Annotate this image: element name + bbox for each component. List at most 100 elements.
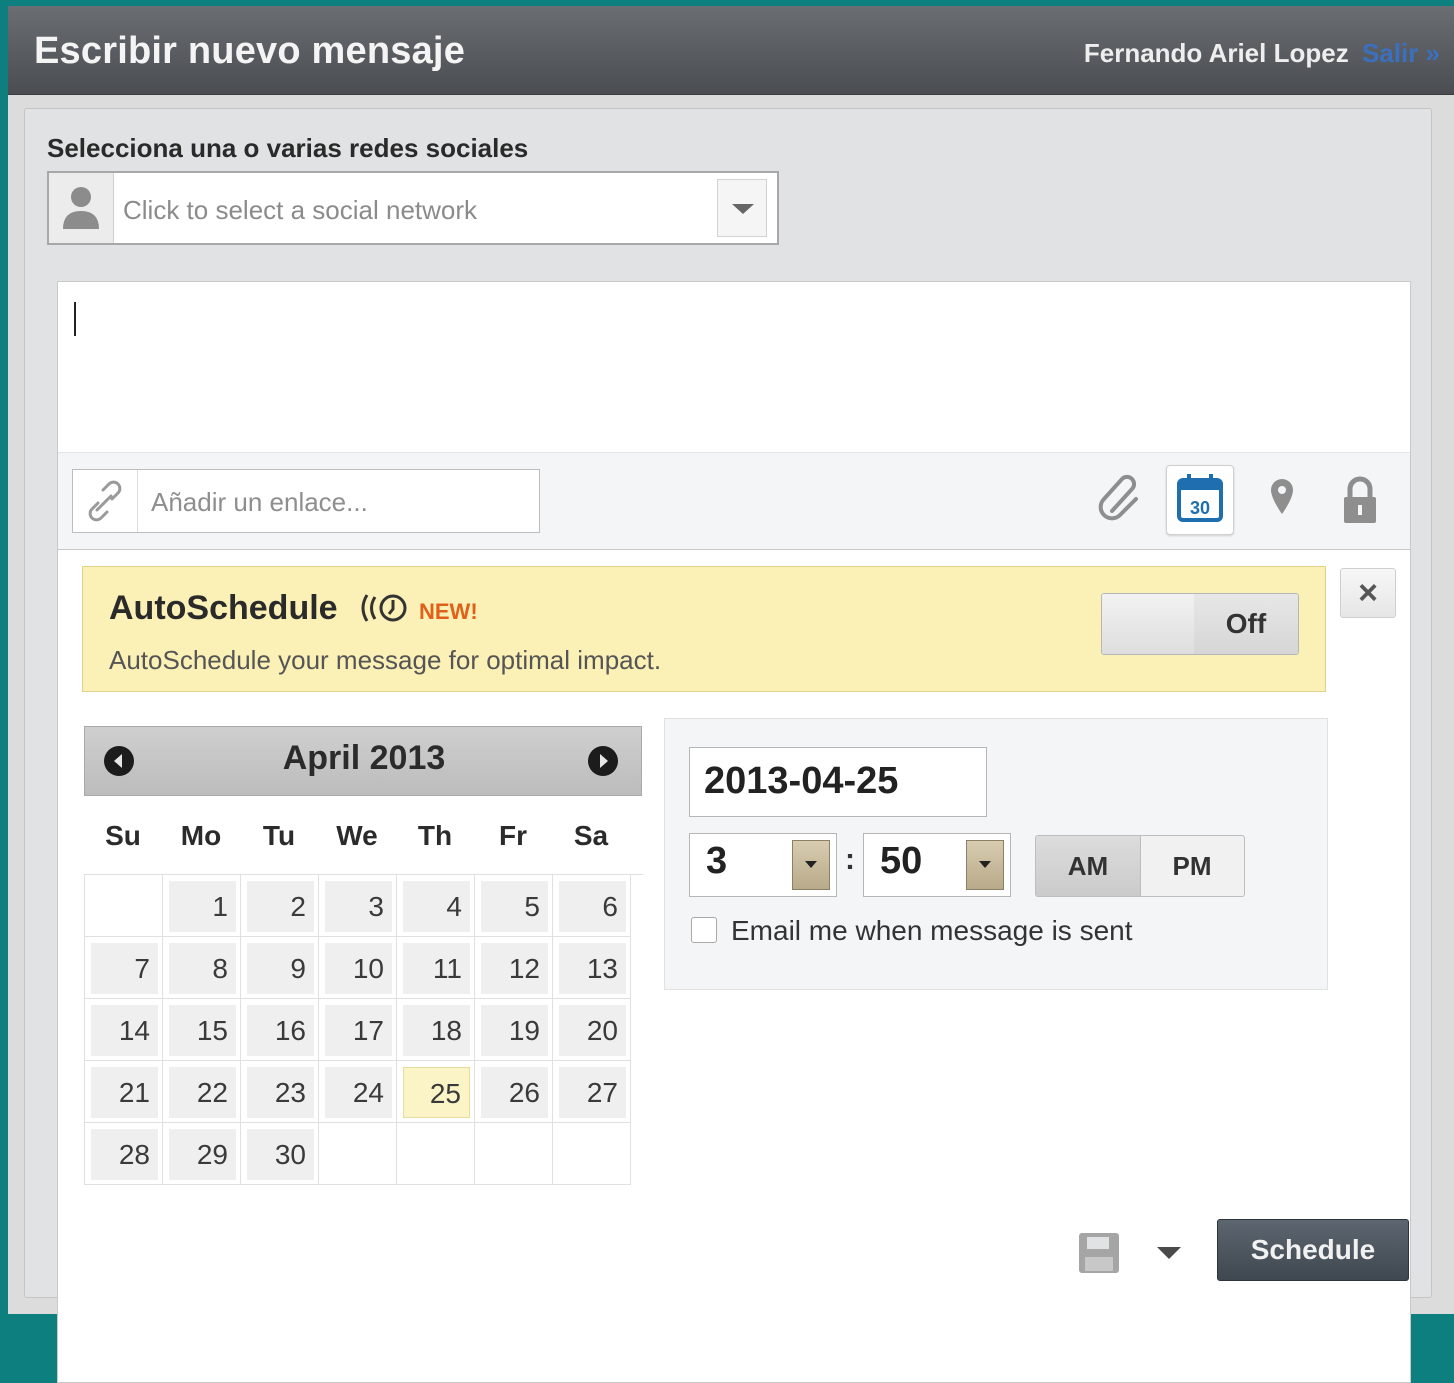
toggle-label: Off <box>1194 594 1298 654</box>
calendar-day-number: 12 <box>481 943 548 994</box>
calendar-day[interactable]: 6 <box>553 875 631 937</box>
chevron-down-icon <box>732 204 754 214</box>
calendar-day[interactable]: 23 <box>241 1061 319 1123</box>
calendar-day-number: 25 <box>403 1067 470 1118</box>
compose-panel: Selecciona una o varias redes sociales C… <box>24 108 1432 1383</box>
calendar-empty-cell <box>85 875 163 937</box>
calendar-day[interactable]: 13 <box>553 937 631 999</box>
calendar-day[interactable]: 9 <box>241 937 319 999</box>
calendar-day[interactable]: 30 <box>241 1123 319 1185</box>
calendar-day-number: 29 <box>169 1129 236 1180</box>
location-icon[interactable] <box>1248 465 1316 535</box>
calendar-day[interactable]: 27 <box>553 1061 631 1123</box>
calendar-day[interactable]: 1 <box>163 875 241 937</box>
link-placeholder: Añadir un enlace... <box>151 487 368 517</box>
am-pm-toggle: AM PM <box>1035 835 1245 897</box>
person-icon <box>49 173 114 243</box>
calendar-icon[interactable]: 30 <box>1166 465 1234 535</box>
minute-value: 50 <box>880 840 923 882</box>
datetime-panel: 2013-04-25 3 : 50 AM PM Email me when me… <box>664 718 1328 990</box>
calendar-day-number: 1 <box>169 881 236 932</box>
calendar-day-number: 24 <box>325 1067 392 1118</box>
calendar-day[interactable]: 22 <box>163 1061 241 1123</box>
calendar-day[interactable]: 5 <box>475 875 553 937</box>
pm-button[interactable]: PM <box>1140 836 1244 896</box>
close-schedule-button[interactable]: × <box>1340 568 1396 618</box>
footer-bar: Schedule <box>25 1211 1431 1297</box>
autoschedule-description: AutoSchedule your message for optimal im… <box>109 645 662 675</box>
schedule-button[interactable]: Schedule <box>1217 1219 1409 1281</box>
calendar-day[interactable]: 17 <box>319 999 397 1061</box>
month-year: 2013 <box>369 739 446 777</box>
calendar-day[interactable]: 14 <box>85 999 163 1061</box>
calendar-day[interactable]: 8 <box>163 937 241 999</box>
calendar-empty-cell <box>475 1123 553 1185</box>
title-bar: Escribir nuevo mensaje Fernando Ariel Lo… <box>8 6 1454 95</box>
calendar-day[interactable]: 15 <box>163 999 241 1061</box>
calendar-day-number: 28 <box>91 1129 158 1180</box>
email-label[interactable]: Email me when message is sent <box>731 915 1133 947</box>
calendar-day[interactable]: 4 <box>397 875 475 937</box>
calendar-day-number: 21 <box>91 1067 158 1118</box>
calendar-day-number: 14 <box>91 1005 158 1056</box>
calendar-day[interactable]: 3 <box>319 875 397 937</box>
calendar-day-number: 19 <box>481 1005 548 1056</box>
am-button[interactable]: AM <box>1036 836 1141 896</box>
hour-select[interactable]: 3 <box>689 833 837 897</box>
weekday-label: Tu <box>262 820 296 851</box>
calendar-grid: 1 2 3 4 5 6 7 8 9 10 11 12 13 14 15 16 17 18 19 20 21 22 23 24 2… <box>84 874 643 1185</box>
calendar-day-number: 4 <box>403 881 470 932</box>
time-separator: : <box>845 843 855 876</box>
social-network-select[interactable]: Click to select a social network <box>47 171 779 245</box>
composer-toolbar: Añadir un enlace... 30 <box>58 452 1410 550</box>
calendar-month: April 2013 <box>85 739 643 778</box>
weekday-label: Mo <box>180 820 222 851</box>
calendar-day-number: 10 <box>325 943 392 994</box>
minute-dropdown-icon[interactable] <box>966 840 1004 890</box>
calendar-day[interactable]: 24 <box>319 1061 397 1123</box>
calendar-day[interactable]: 21 <box>85 1061 163 1123</box>
calendar-day[interactable]: 19 <box>475 999 553 1061</box>
calendar-day-number: 6 <box>559 881 626 932</box>
text-cursor <box>74 302 76 336</box>
calendar-day[interactable]: 11 <box>397 937 475 999</box>
autoschedule-toggle[interactable]: Off <box>1101 593 1299 655</box>
calendar-day[interactable]: 18 <box>397 999 475 1061</box>
email-checkbox[interactable] <box>691 917 717 943</box>
calendar-day-number: 27 <box>559 1067 626 1118</box>
minute-select[interactable]: 50 <box>863 833 1011 897</box>
month-name: April <box>282 739 361 777</box>
calendar-day-number: 22 <box>169 1067 236 1118</box>
save-draft-icon[interactable] <box>1075 1229 1123 1277</box>
calendar-day[interactable]: 12 <box>475 937 553 999</box>
calendar-day-number: 17 <box>325 1005 392 1056</box>
hour-value: 3 <box>706 840 728 882</box>
logout-link[interactable]: Salir » <box>1362 38 1440 68</box>
calendar-day-number: 23 <box>247 1067 314 1118</box>
calendar-day[interactable]: 7 <box>85 937 163 999</box>
calendar-day-number: 11 <box>403 943 470 994</box>
new-badge: NEW! <box>419 599 478 624</box>
calendar-day[interactable]: 10 <box>319 937 397 999</box>
autoschedule-icon <box>359 591 411 625</box>
calendar-day[interactable]: 2 <box>241 875 319 937</box>
user-area: Fernando Ariel Lopez Salir » <box>1084 38 1440 69</box>
attach-icon[interactable] <box>1088 465 1156 535</box>
network-dropdown-button[interactable] <box>717 179 767 237</box>
hour-dropdown-icon[interactable] <box>792 840 830 890</box>
calendar-day[interactable]: 28 <box>85 1123 163 1185</box>
calendar-day[interactable]: 20 <box>553 999 631 1061</box>
weekday-label: Sa <box>573 820 609 851</box>
save-options-chevron-icon[interactable] <box>1157 1247 1181 1259</box>
link-input[interactable]: Añadir un enlace... <box>72 469 540 533</box>
lock-icon[interactable] <box>1326 465 1394 535</box>
calendar-day[interactable]: 29 <box>163 1123 241 1185</box>
calendar-day-selected[interactable]: 25 <box>397 1061 475 1123</box>
calendar-day-number: 7 <box>91 943 158 994</box>
calendar-day-number: 13 <box>559 943 626 994</box>
date-input[interactable]: 2013-04-25 <box>689 747 987 817</box>
next-month-icon[interactable] <box>587 745 619 777</box>
calendar-empty-cell <box>553 1123 631 1185</box>
calendar-day[interactable]: 16 <box>241 999 319 1061</box>
calendar-day[interactable]: 26 <box>475 1061 553 1123</box>
